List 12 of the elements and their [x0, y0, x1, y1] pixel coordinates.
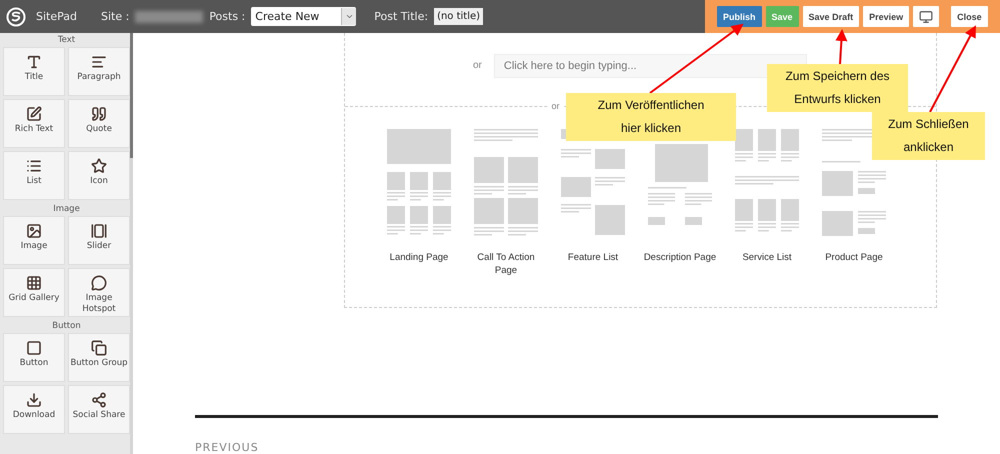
- section-title: Text: [56, 34, 76, 47]
- or-text: or: [473, 60, 482, 71]
- callout-tooltip: Zum Veröffentlichen hier klicken: [566, 93, 736, 141]
- post-title-label: Post Title:: [374, 10, 428, 23]
- site-label: Site :: [100, 10, 130, 23]
- section-title: Button: [51, 320, 82, 333]
- callout-tooltip: Zum Speichern des Entwurfs klicken: [767, 64, 908, 112]
- or-text: or: [548, 101, 562, 112]
- brand-name: SitePad: [36, 10, 77, 23]
- callout-tooltip: Zum Schließen anklicken: [872, 112, 985, 160]
- posts-label: Posts :: [209, 10, 246, 23]
- section-title: Image: [52, 203, 81, 216]
